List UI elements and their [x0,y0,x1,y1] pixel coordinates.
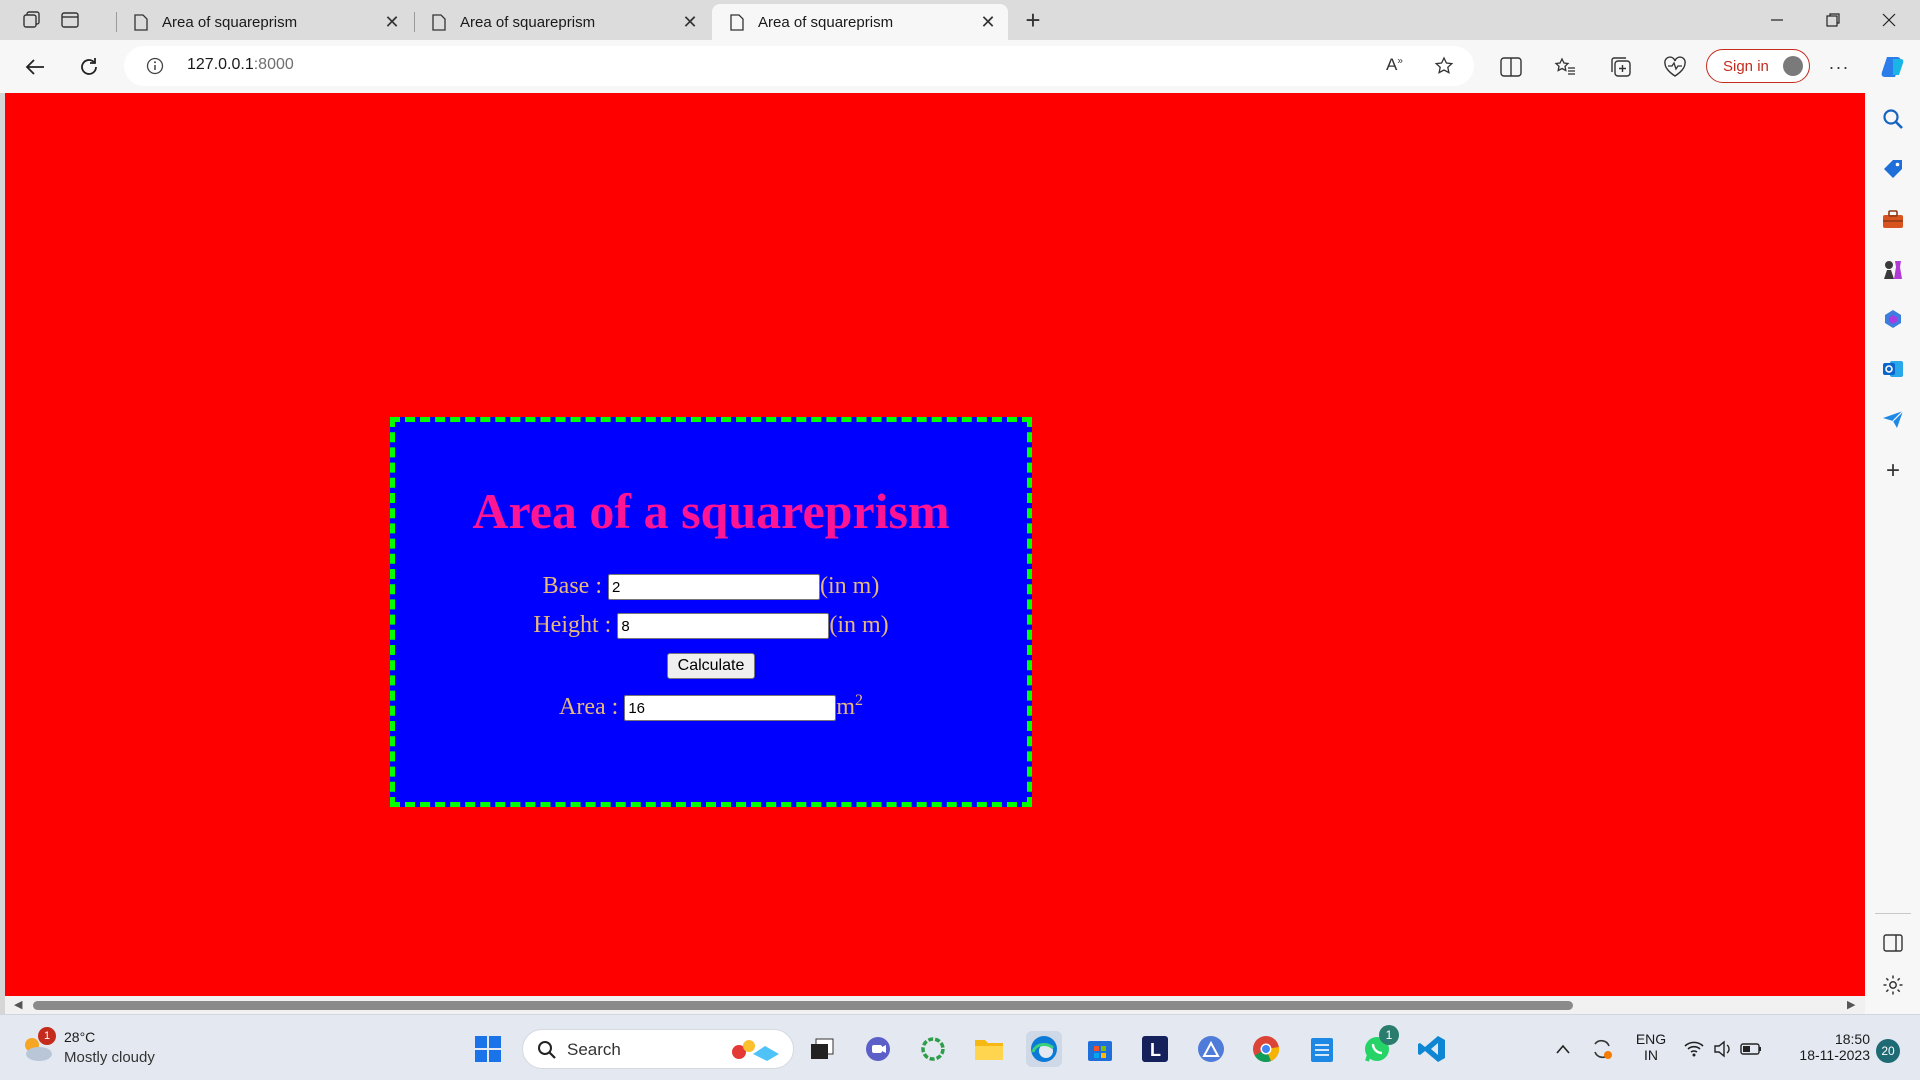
area-label: Area : [559,694,619,720]
vscode-icon[interactable] [1414,1031,1450,1067]
restore-icon[interactable] [1810,0,1856,40]
calculate-button[interactable]: Calculate [667,653,755,679]
minimize-icon[interactable] [1754,0,1800,40]
favorites-icon[interactable] [1548,50,1582,84]
sidebar-settings-icon[interactable] [1881,973,1905,997]
refresh-icon[interactable] [72,50,106,84]
refresh-app-icon[interactable] [915,1031,951,1067]
windows-taskbar: 1 28°C Mostly cloudy Search L 1 ENG IN 1… [0,1014,1920,1080]
chrome-icon[interactable] [1248,1031,1284,1067]
close-tab-icon[interactable]: ✕ [382,12,402,33]
network-volume-battery[interactable] [1680,1031,1770,1067]
teams-chat-icon[interactable] [860,1031,896,1067]
page-icon [134,13,148,31]
base-row: Base : (in m) [395,573,1027,601]
weather-widget[interactable]: 1 28°C Mostly cloudy [20,1027,180,1071]
height-label: Height : [533,612,612,638]
clock[interactable]: 18:50 18-11-2023 [1780,1031,1870,1063]
page-icon [730,13,744,31]
notepad-icon[interactable] [1304,1031,1340,1067]
page-icon [432,13,446,31]
address-bar[interactable]: 127.0.0.1:8000 A» [124,46,1474,86]
edge-browser-icon[interactable] [1026,1031,1062,1067]
tab-title: Area of squareprism [162,13,298,31]
scroll-right-icon[interactable]: ▶ [1847,998,1855,1011]
search-highlight-icon [732,1040,779,1061]
copilot-icon[interactable] [1876,50,1910,84]
more-menu-icon[interactable]: ··· [1822,50,1856,84]
close-window-icon[interactable] [1866,0,1912,40]
whatsapp-badge: 1 [1379,1025,1399,1045]
search-icon [538,1041,556,1059]
base-unit: (in m) [820,573,880,599]
language-indicator[interactable]: ENG IN [1628,1031,1674,1063]
task-view-icon[interactable] [804,1031,840,1067]
search-icon[interactable] [1881,107,1905,131]
split-screen-icon[interactable] [1494,50,1528,84]
read-aloud-icon[interactable]: A» [1386,55,1403,75]
outlook-icon[interactable] [1881,357,1905,381]
sign-in-button[interactable]: Sign in [1706,49,1810,83]
favorite-star-icon[interactable] [1434,56,1454,76]
notification-count-badge[interactable]: 20 [1876,1039,1900,1063]
height-input[interactable] [617,613,830,640]
send-drop-icon[interactable] [1881,407,1905,431]
taskbar-search[interactable]: Search [522,1029,794,1069]
url-text: 127.0.0.1:8000 [187,56,294,73]
tab-title: Area of squareprism [758,13,894,31]
avatar [1783,56,1803,76]
hide-sidebar-icon[interactable] [1881,931,1905,955]
area-unit: m2 [836,692,863,720]
collections-icon[interactable] [1604,50,1638,84]
sign-in-label: Sign in [1723,57,1769,75]
scrollbar-thumb[interactable] [33,1001,1573,1010]
games-icon[interactable] [1881,257,1905,281]
l-app-icon[interactable]: L [1137,1031,1173,1067]
browser-tab-1[interactable]: Area of squareprism ✕ [116,4,412,40]
time: 18:50 [1834,1031,1870,1047]
whatsapp-icon[interactable]: 1 [1359,1025,1399,1067]
delta-app-icon[interactable] [1193,1031,1229,1067]
shopping-tag-icon[interactable] [1881,157,1905,181]
close-tab-icon[interactable]: ✕ [978,12,998,33]
calculator-card: Area of a squareprism Base : (in m) Heig… [390,417,1032,807]
page-title: Area of a squareprism [472,483,950,539]
browser-tab-strip: Area of squareprism ✕ Area of squarepris… [0,0,1920,40]
back-icon[interactable] [18,50,52,84]
svg-text:L: L [1150,1040,1161,1060]
close-tab-icon[interactable]: ✕ [680,12,700,33]
height-row: Height : (in m) [395,612,1027,640]
start-windows-icon[interactable] [470,1031,506,1067]
browser-tab-2[interactable]: Area of squareprism ✕ [414,4,710,40]
base-input[interactable] [608,574,820,601]
file-explorer-icon[interactable] [971,1031,1007,1067]
edge-sidebar: + [1865,93,1920,1014]
tab-actions-icon[interactable] [56,6,84,34]
horizontal-scrollbar[interactable]: ◀ ▶ [5,996,1865,1014]
tools-briefcase-icon[interactable] [1881,207,1905,231]
browser-tab-3-active[interactable]: Area of squareprism ✕ [712,4,1008,40]
add-sidebar-app-icon[interactable]: + [1881,457,1905,484]
search-label: Search [567,1040,621,1059]
area-output[interactable] [624,695,837,722]
microsoft365-icon[interactable] [1881,307,1905,331]
base-label: Base : [542,573,602,599]
date: 18-11-2023 [1799,1047,1870,1063]
height-unit: (in m) [829,612,889,638]
tab-title: Area of squareprism [460,13,596,31]
new-tab-icon[interactable]: + [1019,5,1047,35]
weather-badge: 1 [38,1027,56,1045]
page-viewport: Area of a squareprism Base : (in m) Heig… [5,93,1865,996]
area-row: Area : m2 [395,692,1027,722]
microsoft-store-icon[interactable] [1082,1031,1118,1067]
show-hidden-icons-icon[interactable] [1545,1031,1581,1067]
temperature: 28°C [64,1029,96,1045]
scroll-left-icon[interactable]: ◀ [14,998,22,1011]
site-info-icon[interactable] [146,57,164,75]
browser-toolbar: 127.0.0.1:8000 A» Sign in ··· [0,40,1920,93]
sync-icon[interactable] [1584,1031,1620,1067]
workspaces-icon[interactable] [18,6,46,34]
browser-essentials-icon[interactable] [1658,50,1692,84]
weather-condition: Mostly cloudy [64,1049,155,1066]
